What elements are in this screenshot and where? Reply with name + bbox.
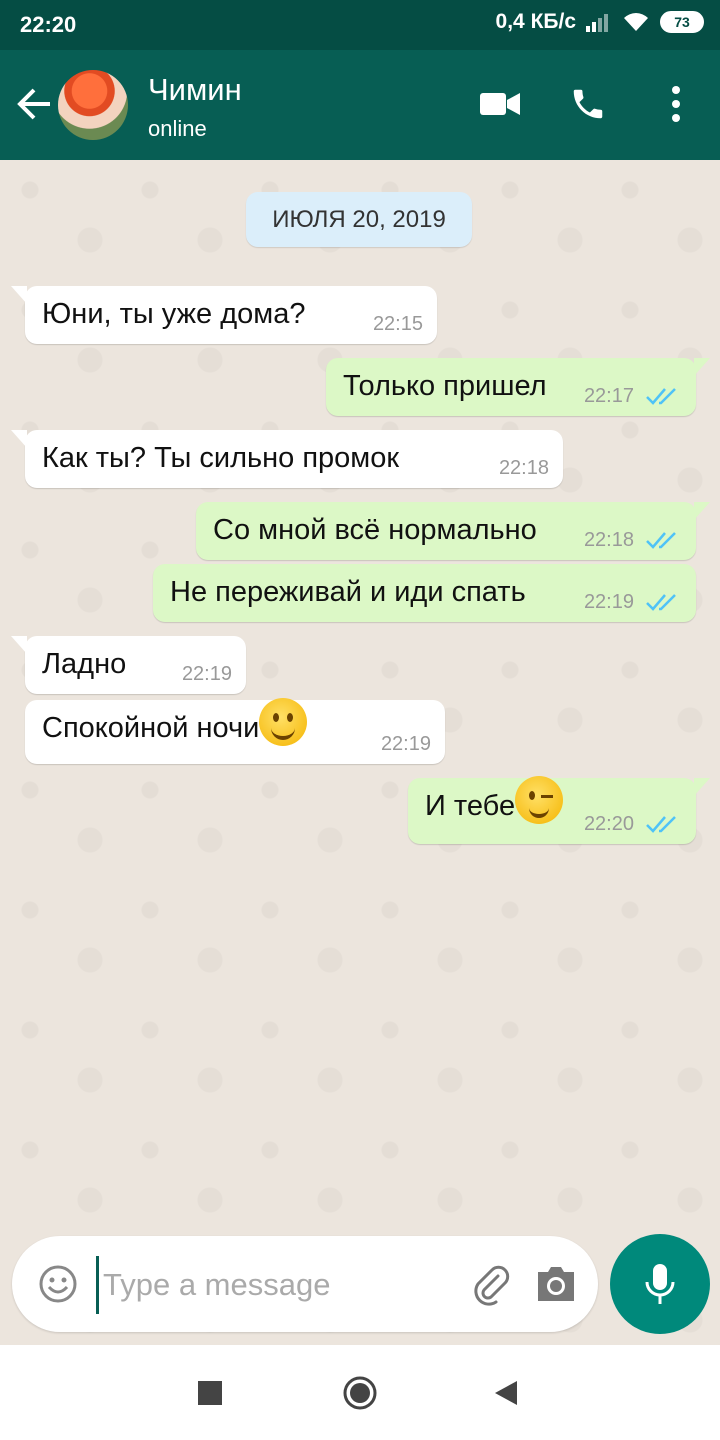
message-composer: [12, 1236, 598, 1332]
message-text: Только пришел: [343, 370, 547, 402]
status-time: 22:20: [20, 12, 77, 37]
message-text: И тебе: [425, 790, 516, 822]
message-text: Ладно: [42, 648, 127, 680]
chat-area[interactable]: ИЮЛЯ 20, 2019 Юни, ты уже дома? 22:15 То…: [0, 160, 720, 1345]
message-time: 22:18: [583, 529, 634, 551]
message-bubble-incoming[interactable]: Спокойной ночи 22:19: [25, 698, 445, 764]
read-receipt-icon: [646, 532, 676, 549]
message-bubble-outgoing[interactable]: Не переживай и иди спать 22:19: [153, 564, 696, 622]
date-separator: ИЮЛЯ 20, 2019: [246, 192, 472, 247]
chat-header: Чимин online: [0, 50, 720, 160]
message-bubble-incoming[interactable]: Ладно 22:19: [11, 636, 246, 694]
message-text-wrap: И тебе: [425, 776, 564, 825]
back-triangle-icon[interactable]: [486, 1373, 526, 1413]
wifi-icon: [624, 13, 648, 31]
back-arrow-icon[interactable]: [14, 84, 54, 124]
message-time: 22:19: [181, 663, 232, 685]
message-text: Со мной всё нормально: [213, 514, 537, 546]
network-speed: 0,4 КБ/с: [495, 10, 576, 33]
message-bubble-incoming[interactable]: Юни, ты уже дома? 22:15: [11, 286, 437, 344]
message-time: 22:20: [583, 813, 634, 835]
battery-icon: 73: [660, 11, 704, 33]
recents-square-icon[interactable]: [190, 1373, 230, 1413]
signal-icon: [586, 14, 608, 32]
read-receipt-icon: [646, 816, 676, 833]
home-circle-icon[interactable]: [340, 1373, 380, 1413]
read-receipt-icon: [646, 388, 676, 405]
message-input[interactable]: [96, 1256, 465, 1314]
message-time: 22:19: [583, 591, 634, 613]
avatar[interactable]: [58, 70, 128, 140]
message-bubble-outgoing[interactable]: Только пришел 22:17: [326, 358, 710, 416]
system-navigation-bar: [0, 1345, 720, 1440]
message-text: Не переживай и иди спать: [170, 576, 526, 608]
video-call-icon[interactable]: [478, 82, 522, 126]
status-right: 0,4 КБ/с 73: [496, 10, 704, 34]
more-options-icon[interactable]: [654, 82, 698, 126]
message-time: 22:17: [583, 385, 634, 407]
phone-call-icon[interactable]: [566, 82, 610, 126]
message-bubble-outgoing[interactable]: Со мной всё нормально 22:18: [196, 502, 710, 560]
contact-status: online: [148, 116, 207, 141]
message-text: Как ты? Ты сильно промок: [42, 442, 400, 474]
contact-name[interactable]: Чимин: [148, 72, 242, 108]
message-time: 22:15: [372, 313, 423, 335]
winking-face-emoji-icon: [515, 776, 564, 825]
message-text-wrap: Спокойной ночи: [42, 698, 308, 747]
message-bubble-incoming[interactable]: Как ты? Ты сильно промок 22:18: [11, 430, 563, 488]
read-receipt-icon: [646, 594, 676, 611]
voice-message-button[interactable]: [610, 1234, 710, 1334]
smiling-face-emoji-icon: [259, 698, 308, 747]
camera-icon[interactable]: [534, 1264, 578, 1304]
message-time: 22:19: [380, 733, 431, 755]
status-bar: 22:20 0,4 КБ/с 73: [0, 0, 720, 50]
message-bubble-outgoing[interactable]: И тебе 22:20: [408, 776, 710, 844]
attach-icon[interactable]: [468, 1262, 512, 1306]
message-text: Спокойной ночи: [42, 712, 260, 744]
microphone-icon: [645, 1264, 675, 1304]
message-time: 22:18: [498, 457, 549, 479]
message-text: Юни, ты уже дома?: [42, 298, 306, 330]
emoji-icon[interactable]: [38, 1264, 78, 1304]
